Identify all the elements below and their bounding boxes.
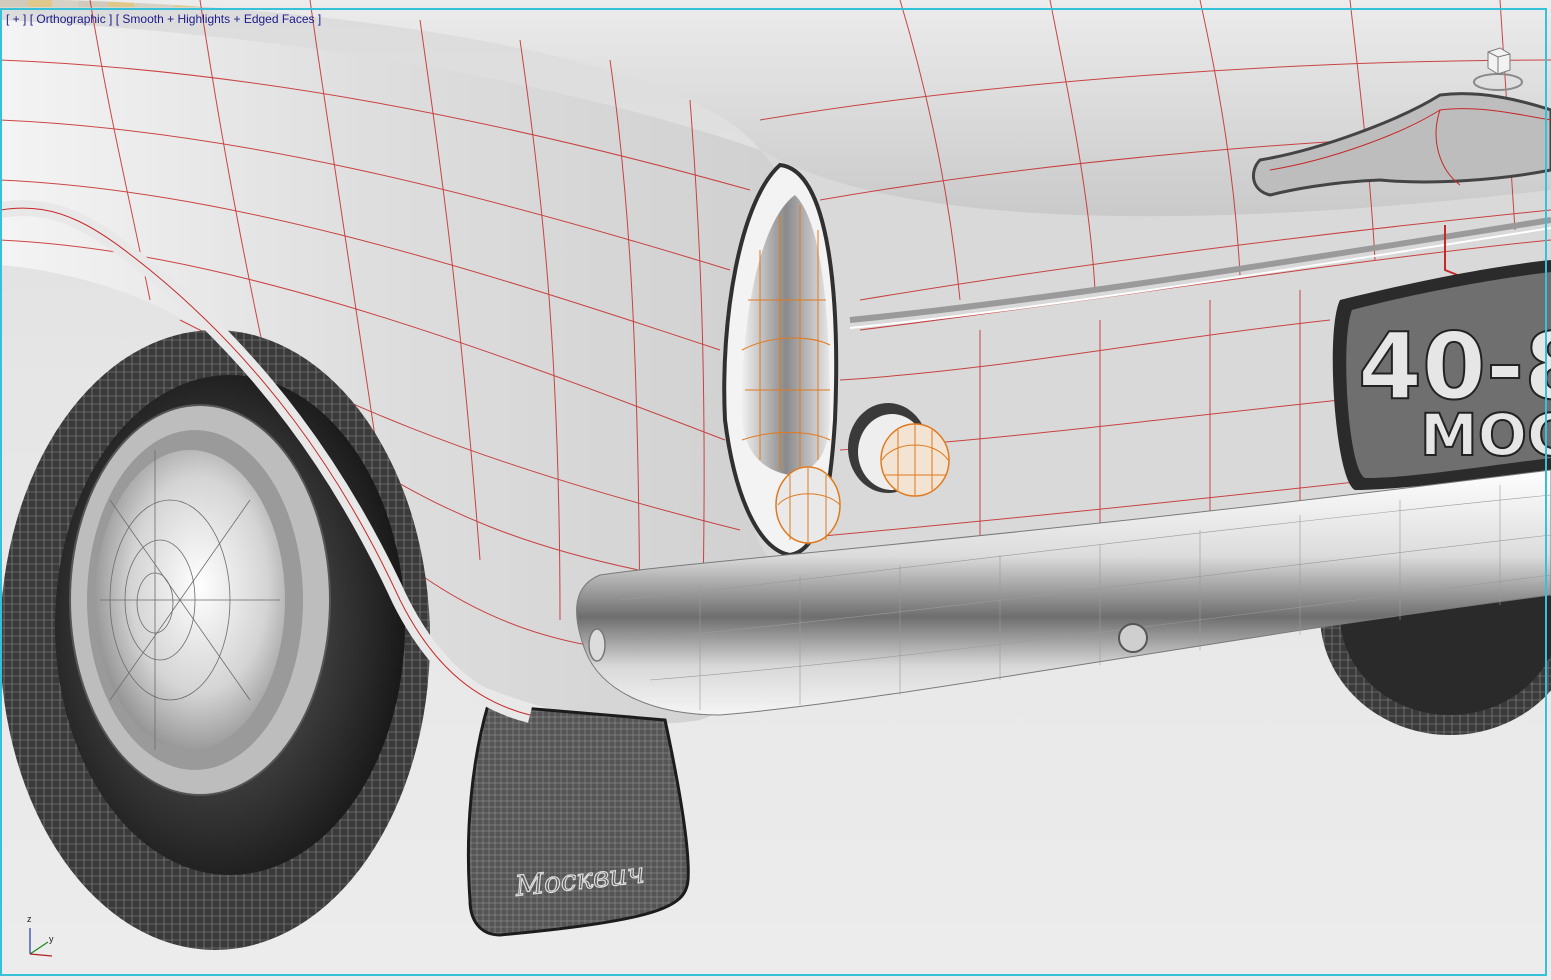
car-rear-wireframe-scene: 40-8 МОС Москвич [0, 0, 1551, 950]
axis-y-label: y [49, 934, 54, 944]
axis-tripod-icon: z y [22, 914, 62, 960]
viewport-menu-plus[interactable]: [ + ] [6, 12, 26, 26]
rear-left-wheel[interactable] [0, 330, 430, 950]
license-plate[interactable]: 40-8 МОС [1332, 260, 1551, 490]
viewport-view-label[interactable]: [ Orthographic ] [30, 12, 113, 26]
viewport-label: [ + ] [ Orthographic ] [ Smooth + Highli… [6, 12, 321, 26]
axis-z-label: z [27, 914, 32, 924]
viewport-shading-label[interactable]: [ Smooth + Highlights + Edged Faces ] [116, 12, 321, 26]
viewcube-icon[interactable] [1468, 44, 1528, 94]
viewport-perspective[interactable]: 40-8 МОС Москвич [0, 0, 1551, 980]
mudflap[interactable]: Москвич [466, 703, 690, 937]
plate-region: МОС [1420, 401, 1551, 469]
